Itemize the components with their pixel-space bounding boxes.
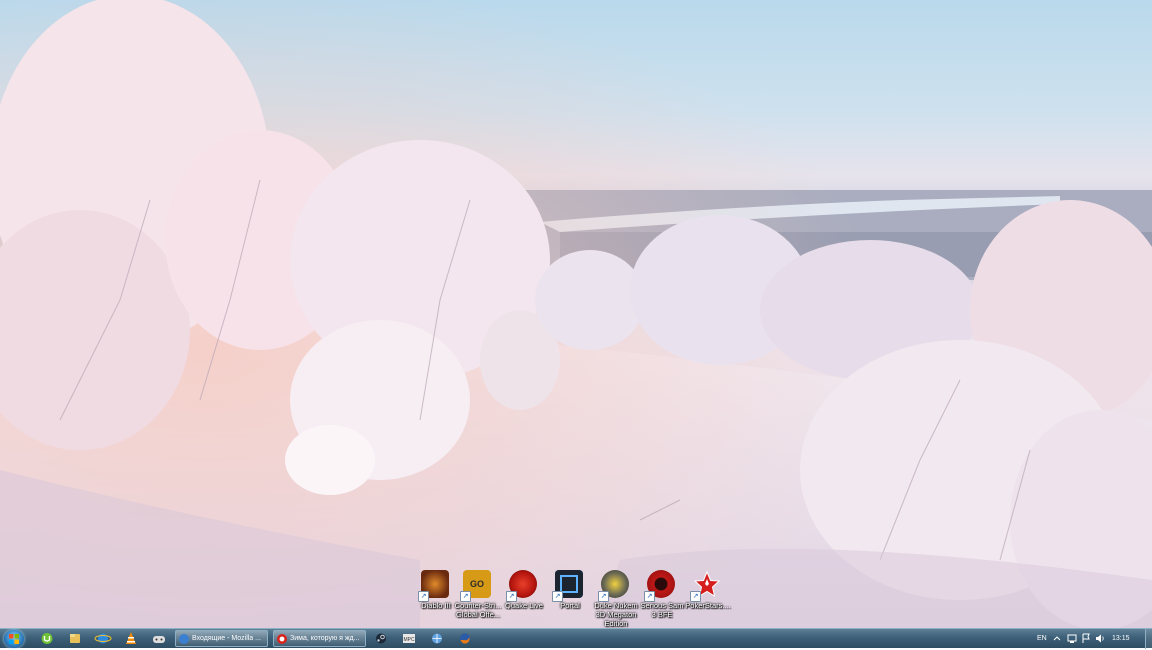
browser-icon <box>432 633 442 644</box>
taskbar-task-thunderbird[interactable]: Входящие - Mozilla ... <box>175 630 268 647</box>
tray-network[interactable] <box>1066 631 1078 646</box>
volume-icon <box>1096 634 1104 643</box>
start-button[interactable] <box>4 630 24 648</box>
tray-chevron[interactable] <box>1052 631 1062 646</box>
game-controller-icon <box>153 636 165 643</box>
desktop-icon-label: Counter-Stri... Global Offe... <box>454 601 502 619</box>
taskbar-pin-game[interactable] <box>150 631 168 646</box>
media-player-classic-icon: MPC <box>403 634 415 643</box>
desktop-icon-label: Duke Nukem 3D Megaton Edition <box>594 601 638 628</box>
taskbar-pin-vlc[interactable] <box>122 631 140 646</box>
taskbar-pin-internet-explorer[interactable] <box>94 631 112 646</box>
svg-text:MPC: MPC <box>403 637 415 643</box>
tray-action-center[interactable] <box>1080 631 1092 646</box>
taskbar-pin-firefox[interactable] <box>456 631 474 646</box>
desktop-icon-diablo[interactable]: ↗ Diablo III <box>414 570 458 628</box>
desktop-icon-grid: ↗ Diablo III GO ↗ Counter-Stri... Global… <box>414 570 734 628</box>
show-desktop-button[interactable] <box>1145 629 1152 649</box>
vlc-icon <box>126 632 136 644</box>
explorer-icon <box>70 634 80 643</box>
clock[interactable]: 13:15 <box>1112 629 1130 649</box>
wallpaper-winter-landscape <box>0 0 1152 628</box>
desktop-icon-duke-nukem[interactable]: ↗ Duke Nukem 3D Megaton Edition <box>594 570 638 628</box>
desktop-icon-serious-sam[interactable]: ↗ Serious Sam 3 BFE <box>640 570 684 628</box>
internet-explorer-icon <box>94 633 112 644</box>
network-icon <box>1067 634 1077 643</box>
task-label: Зима, которую я жд... <box>290 635 360 642</box>
desktop-icon-pokerstars[interactable]: ↗ PokerStars.... <box>685 570 731 628</box>
desktop-icon-label: Serious Sam 3 BFE <box>640 601 684 619</box>
utorrent-icon <box>41 633 53 644</box>
desktop-icon-label: PokerStars.... <box>685 601 731 610</box>
language-indicator[interactable]: EN <box>1037 629 1047 649</box>
taskbar-pin-browser[interactable] <box>428 631 446 646</box>
taskbar: Входящие - Mozilla ... Зима, которую я ж… <box>0 628 1152 649</box>
flag-icon <box>1082 633 1090 643</box>
desktop-icon-csgo[interactable]: GO ↗ Counter-Stri... Global Offe... <box>455 570 501 628</box>
opera-icon <box>277 634 287 644</box>
tray-volume[interactable] <box>1094 631 1106 646</box>
taskbar-pin-utorrent[interactable] <box>38 631 56 646</box>
desktop-icon-label: Portal <box>560 601 580 610</box>
desktop-icon-portal[interactable]: ↗ Portal <box>548 570 592 628</box>
taskbar-pin-explorer[interactable] <box>66 631 84 646</box>
firefox-icon <box>460 633 470 644</box>
desktop-icon-label: Quake Live <box>505 601 543 610</box>
thunderbird-icon <box>179 634 189 644</box>
desktop[interactable]: ↗ Diablo III GO ↗ Counter-Stri... Global… <box>0 0 1152 628</box>
steam-icon <box>376 633 386 644</box>
taskbar-pin-media-player-classic[interactable]: MPC <box>400 631 418 646</box>
desktop-icon-quake-live[interactable]: ↗ Quake Live <box>502 570 546 628</box>
task-label: Входящие - Mozilla ... <box>192 635 261 642</box>
chevron-up-icon <box>1053 636 1061 641</box>
taskbar-pin-steam[interactable] <box>372 631 390 646</box>
taskbar-task-opera[interactable]: Зима, которую я жд... <box>273 630 366 647</box>
windows-logo-icon <box>9 634 19 644</box>
